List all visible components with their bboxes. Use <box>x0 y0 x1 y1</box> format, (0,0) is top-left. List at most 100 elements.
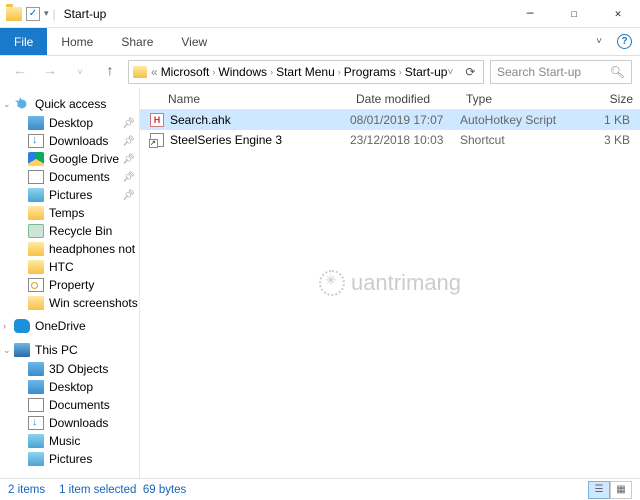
file-list-area: Name Date modified Type Size HSearch.ahk… <box>140 88 640 478</box>
col-name[interactable]: Name <box>140 92 350 106</box>
sidebar-item-desktop[interactable]: Desktop <box>0 378 139 396</box>
minimize-button[interactable]: ─ <box>508 0 552 28</box>
bin-icon <box>28 224 44 238</box>
file-rows: HSearch.ahk08/01/2019 17:07AutoHotkey Sc… <box>140 110 640 150</box>
sidebar-item-desktop[interactable]: Desktop📌︎ <box>0 114 139 132</box>
file-type: AutoHotkey Script <box>460 113 580 127</box>
folder-icon <box>28 260 44 274</box>
obj3d-icon <box>28 362 44 376</box>
hp-icon <box>28 242 44 256</box>
search-icon: 🔍︎ <box>610 65 625 79</box>
pin-icon: 📌︎ <box>122 172 135 183</box>
desktop-icon <box>28 116 44 130</box>
addr-folder-icon <box>133 66 147 78</box>
addr-dropdown-icon[interactable]: ˅ <box>447 67 453 78</box>
caret-icon: › <box>3 321 6 331</box>
caret-icon: ⌄ <box>3 99 11 110</box>
file-name: Search.ahk <box>170 113 231 127</box>
sidebar-item-google-drive[interactable]: Google Drive📌︎ <box>0 150 139 168</box>
sidebar-item-3d-objects[interactable]: 3D Objects <box>0 360 139 378</box>
file-row[interactable]: HSearch.ahk08/01/2019 17:07AutoHotkey Sc… <box>140 110 640 130</box>
key-icon <box>28 278 44 292</box>
pic-icon <box>28 188 44 202</box>
sidebar-item-pictures[interactable]: Pictures <box>0 450 139 468</box>
sidebar-item-htc[interactable]: HTC <box>0 258 139 276</box>
ribbon-tabs: File Home Share View ˅ ? <box>0 28 640 56</box>
folder-icon <box>6 7 22 21</box>
sidebar-onedrive[interactable]: › OneDrive <box>0 316 139 336</box>
watermark-icon <box>319 270 345 296</box>
doc-icon <box>28 398 44 412</box>
col-date[interactable]: Date modified <box>350 92 460 106</box>
qat-dropdown-icon[interactable]: ▾ <box>44 8 49 19</box>
navigation-pane[interactable]: ⌄ Quick access Desktop📌︎Downloads📌︎Googl… <box>0 88 140 478</box>
tab-home[interactable]: Home <box>47 28 107 55</box>
sidebar-this-pc[interactable]: ⌄ This PC <box>0 340 139 360</box>
sidebar-item-pictures[interactable]: Pictures📌︎ <box>0 186 139 204</box>
status-item-count: 2 items <box>8 484 45 496</box>
col-size[interactable]: Size <box>580 92 640 106</box>
tab-view[interactable]: View <box>167 28 221 55</box>
details-view-button[interactable]: ☰ <box>588 481 610 499</box>
maximize-button[interactable]: ☐ <box>552 0 596 28</box>
qat-properties-button[interactable]: ✓ <box>26 7 40 21</box>
dl-icon <box>28 134 44 148</box>
sidebar-item-downloads[interactable]: Downloads <box>0 414 139 432</box>
pin-icon: 📌︎ <box>122 154 135 165</box>
this-pc-icon <box>14 343 30 357</box>
star-icon <box>14 97 30 111</box>
back-button[interactable]: ← <box>8 60 32 84</box>
title-bar: ✓ ▾ | Start-up ─ ☐ ✕ <box>0 0 640 28</box>
file-size: 3 KB <box>580 133 640 147</box>
breadcrumb[interactable]: « Microsoft› Windows› Start Menu› Progra… <box>151 65 447 79</box>
file-name: SteelSeries Engine 3 <box>170 133 282 147</box>
sidebar-item-documents[interactable]: Documents📌︎ <box>0 168 139 186</box>
desktop-icon <box>28 380 44 394</box>
doc-icon <box>28 170 44 184</box>
up-button[interactable]: ↑ <box>98 60 122 84</box>
sidebar-item-recycle-bin[interactable]: Recycle Bin <box>0 222 139 240</box>
pin-icon: 📌︎ <box>122 190 135 201</box>
status-selected: 1 item selected 69 bytes <box>59 484 186 496</box>
sidebar-item-temps[interactable]: Temps <box>0 204 139 222</box>
forward-button[interactable]: → <box>38 60 62 84</box>
address-bar[interactable]: « Microsoft› Windows› Start Menu› Progra… <box>128 60 484 84</box>
file-date: 23/12/2018 10:03 <box>350 133 460 147</box>
file-icon <box>150 133 164 147</box>
sidebar-item-property[interactable]: Property <box>0 276 139 294</box>
thumbnails-view-button[interactable]: ▦ <box>610 481 632 499</box>
dl-icon <box>28 416 44 430</box>
column-headers[interactable]: Name Date modified Type Size <box>140 88 640 110</box>
caret-icon: ⌄ <box>3 345 11 356</box>
music-icon <box>28 434 44 448</box>
refresh-icon[interactable]: ⟳ <box>461 65 479 79</box>
window-title: Start-up <box>64 7 107 21</box>
help-icon[interactable]: ? <box>617 34 632 49</box>
history-dropdown-icon[interactable]: ˅ <box>68 60 92 84</box>
pin-icon: 📌︎ <box>122 118 135 129</box>
file-date: 08/01/2019 17:07 <box>350 113 460 127</box>
sidebar-item-win-screenshots[interactable]: Win screenshots <box>0 294 139 312</box>
search-input[interactable]: Search Start-up 🔍︎ <box>490 60 632 84</box>
file-tab[interactable]: File <box>0 28 47 55</box>
ribbon-collapse-icon[interactable]: ˅ <box>585 28 613 55</box>
file-type: Shortcut <box>460 133 580 147</box>
sidebar-item-music[interactable]: Music <box>0 432 139 450</box>
pin-icon: 📌︎ <box>122 136 135 147</box>
watermark: uantrimang <box>319 270 461 296</box>
sidebar-quick-access[interactable]: ⌄ Quick access <box>0 94 139 114</box>
folder-icon <box>28 206 44 220</box>
sidebar-item-downloads[interactable]: Downloads📌︎ <box>0 132 139 150</box>
tab-share[interactable]: Share <box>107 28 167 55</box>
gdrive-icon <box>28 152 44 166</box>
sidebar-item-headphones-not[interactable]: headphones not <box>0 240 139 258</box>
quick-access-toolbar: ✓ ▾ | <box>0 7 56 21</box>
file-row[interactable]: SteelSeries Engine 3 23/12/2018 10:03Shor… <box>140 130 640 150</box>
folder-icon <box>28 296 44 310</box>
main-area: ⌄ Quick access Desktop📌︎Downloads📌︎Googl… <box>0 88 640 478</box>
close-button[interactable]: ✕ <box>596 0 640 28</box>
col-type[interactable]: Type <box>460 92 580 106</box>
sidebar-item-documents[interactable]: Documents <box>0 396 139 414</box>
status-bar: 2 items 1 item selected 69 bytes ☰ ▦ <box>0 478 640 500</box>
pic-icon <box>28 452 44 466</box>
